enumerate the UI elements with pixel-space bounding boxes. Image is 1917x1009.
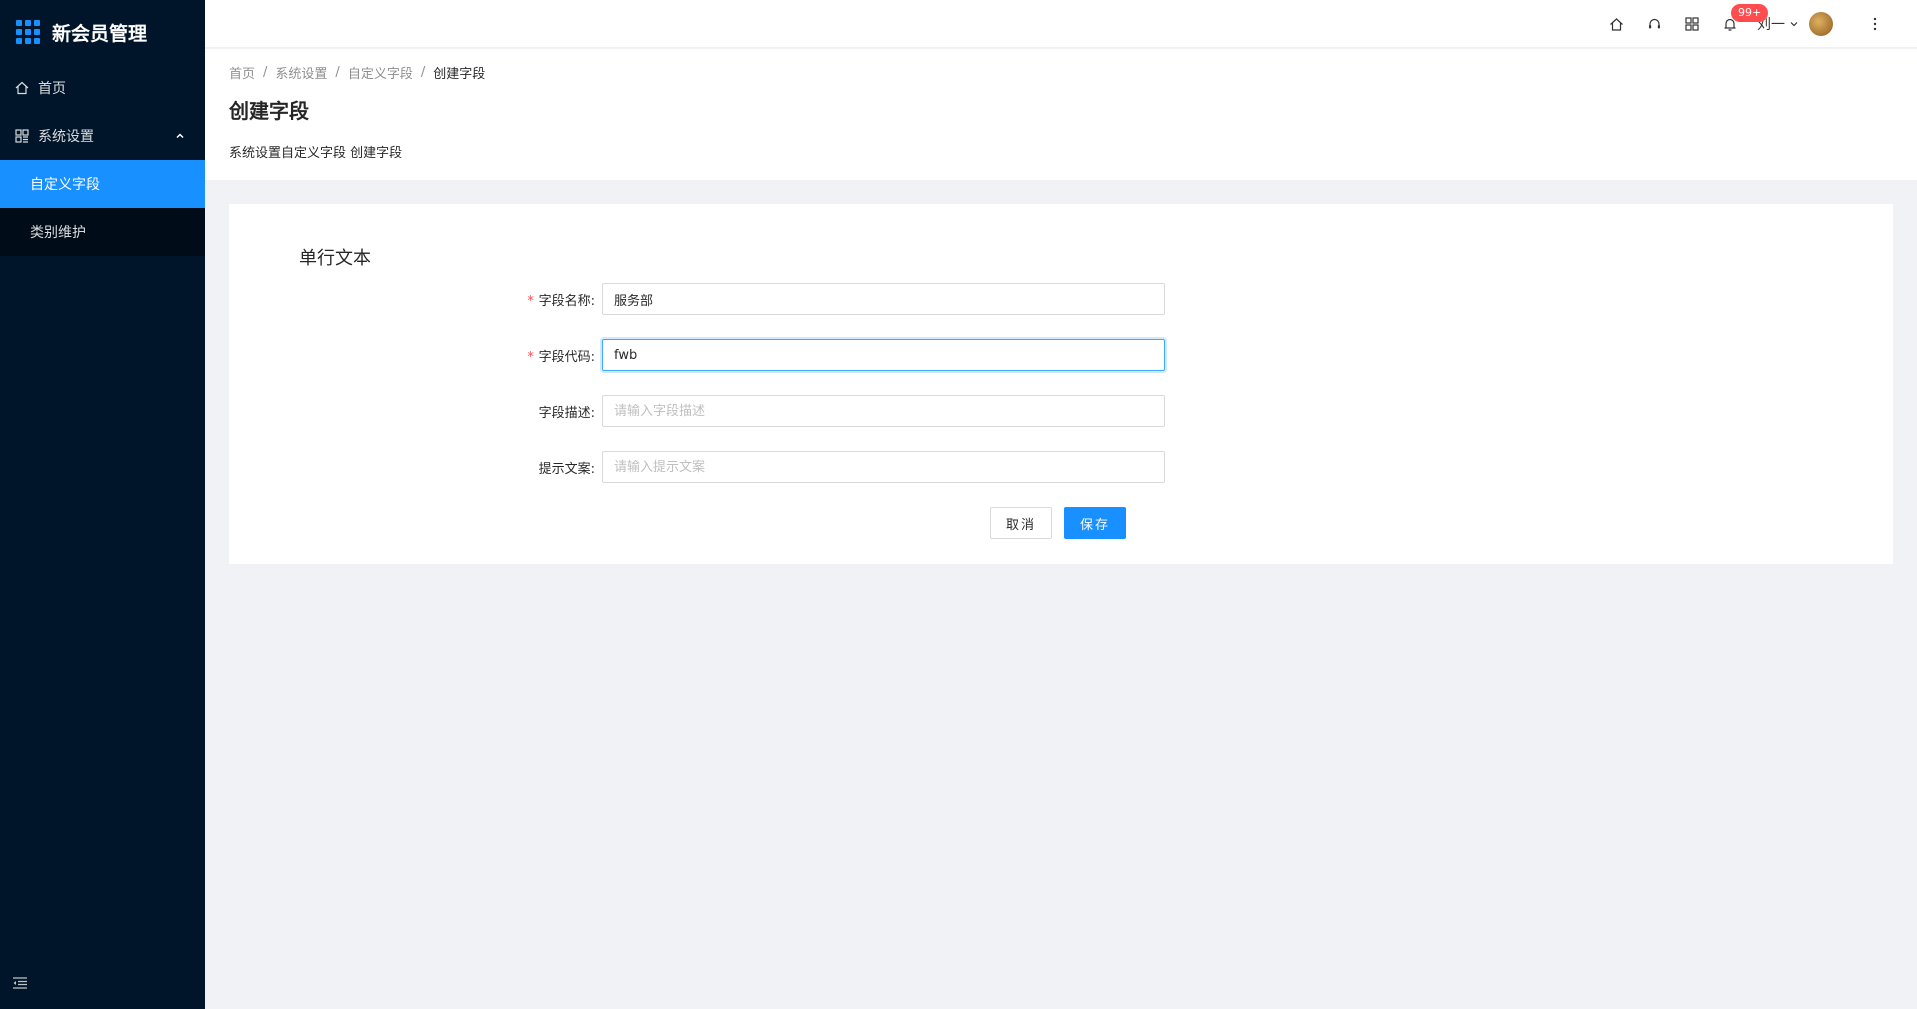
section-title: 单行文本	[299, 248, 371, 269]
more-vertical-icon	[1873, 17, 1877, 31]
form-row-hint-text: 提示文案:	[229, 451, 1893, 483]
top-header: 99+ 刘一	[205, 0, 1917, 48]
save-button[interactable]: 保存	[1064, 507, 1127, 539]
breadcrumb-home[interactable]: 首页	[229, 63, 255, 82]
more-button[interactable]	[1857, 17, 1893, 31]
page-header: 首页 / 系统设置 / 自定义字段 / 创建字段 创建字段 系统设置自定义字段 …	[205, 49, 1917, 180]
grid-logo-icon	[16, 20, 40, 44]
breadcrumb-separator: /	[263, 64, 268, 80]
field-description-label: 字段描述:	[538, 405, 595, 421]
form-card: 单行文本 *字段名称: *字段代码: 字段描述: 提示文案: 取消 保存	[229, 204, 1893, 564]
sidebar-item-system-settings[interactable]: 系统设置	[0, 112, 205, 160]
field-code-input[interactable]	[602, 339, 1165, 371]
field-description-input[interactable]	[602, 395, 1165, 427]
sidebar-item-label: 自定义字段	[30, 177, 100, 193]
notification-button[interactable]: 99+	[1711, 0, 1769, 48]
field-name-label: * 字段名称:	[527, 290, 595, 309]
sidebar-submenu: 自定义字段 类别维护	[0, 160, 205, 256]
sidebar-item-label: 系统设置	[38, 129, 94, 145]
apps-grid-icon	[1685, 17, 1699, 31]
breadcrumb-current: 创建字段	[433, 66, 486, 82]
sidebar-item-label: 类别维护	[30, 225, 86, 241]
app-logo[interactable]: 新会员管理	[0, 0, 205, 64]
home-icon	[14, 80, 30, 96]
sidebar: 新会员管理 首页 系统设置 自定义字段 类别维护	[0, 0, 205, 1009]
breadcrumb-separator: /	[335, 64, 340, 80]
breadcrumb: 首页 / 系统设置 / 自定义字段 / 创建字段	[229, 61, 1893, 83]
chevron-up-icon	[175, 131, 185, 141]
form-row-field-name: * 字段名称:	[229, 283, 1893, 315]
breadcrumb-custom-fields[interactable]: 自定义字段	[348, 63, 413, 82]
breadcrumb-separator: /	[420, 64, 426, 80]
sidebar-item-home[interactable]: 首页	[0, 64, 205, 112]
app-title: 新会员管理	[52, 22, 148, 45]
hint-text-label: 提示文案:	[538, 461, 595, 477]
header-actions: 99+ 刘一	[1597, 0, 1893, 48]
breadcrumb-system-settings[interactable]: 系统设置	[275, 63, 327, 82]
headset-icon	[1647, 17, 1662, 32]
field-code-label: * 字段代码:	[527, 346, 595, 365]
form-row-field-code: * 字段代码:	[229, 339, 1893, 371]
hint-text-input[interactable]	[602, 451, 1165, 483]
home-button[interactable]	[1597, 0, 1635, 48]
home-icon	[1609, 17, 1624, 32]
page-description: 系统设置自定义字段 创建字段	[229, 146, 403, 161]
cancel-button[interactable]: 取消	[990, 507, 1053, 539]
sidebar-item-category-maintenance[interactable]: 类别维护	[0, 208, 205, 256]
settings-grid-icon	[14, 128, 30, 144]
form-row-field-description: 字段描述:	[229, 395, 1893, 427]
avatar[interactable]	[1809, 12, 1833, 36]
sidebar-item-custom-fields[interactable]: 自定义字段	[0, 160, 205, 208]
field-name-label-text: 字段名称:	[538, 293, 595, 309]
sidebar-item-label: 首页	[38, 81, 66, 97]
chevron-down-icon	[1789, 19, 1799, 29]
support-button[interactable]	[1635, 0, 1673, 48]
required-mark: *	[526, 349, 535, 365]
apps-button[interactable]	[1673, 0, 1711, 48]
form-actions: 取消 保存	[990, 507, 1127, 539]
field-code-label-text: 字段代码:	[538, 349, 595, 365]
field-name-input[interactable]	[602, 283, 1165, 315]
menu-fold-icon[interactable]	[12, 975, 30, 993]
required-mark: *	[526, 293, 535, 309]
page-title: 创建字段	[229, 99, 309, 123]
notification-badge: 99+	[1731, 4, 1769, 22]
